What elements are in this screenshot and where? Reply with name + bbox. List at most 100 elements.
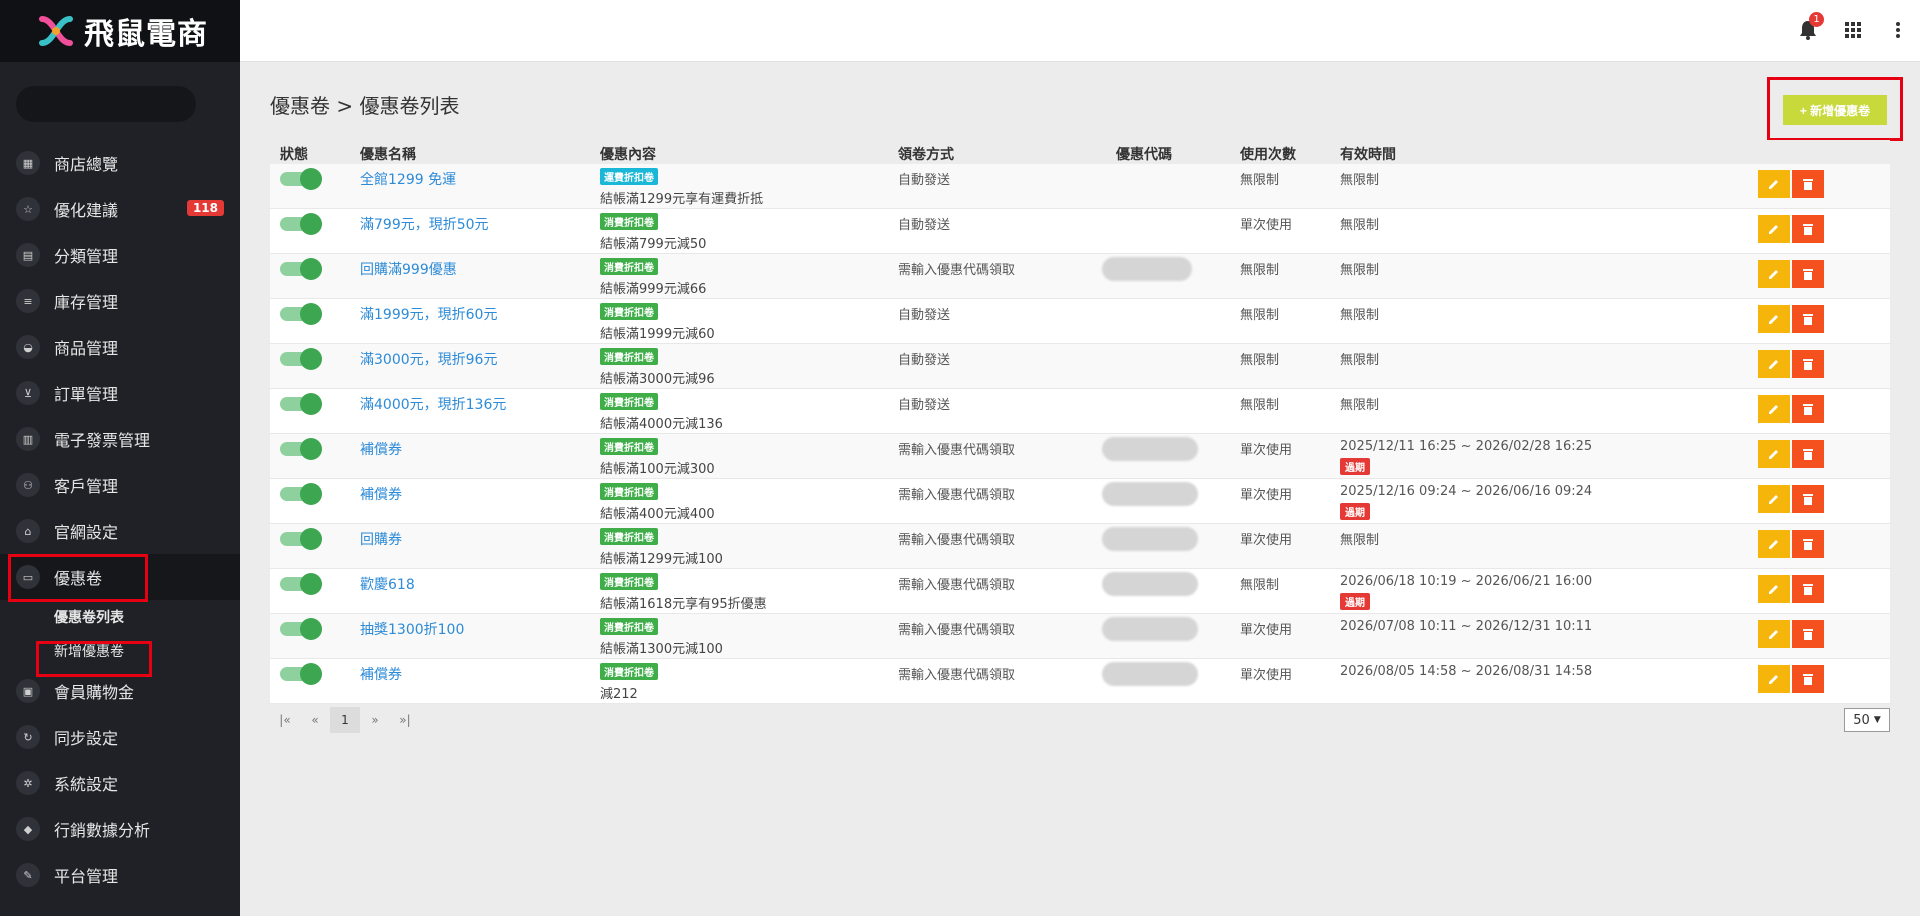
last-page-button[interactable]: »| <box>390 707 420 733</box>
delete-button[interactable] <box>1792 620 1824 648</box>
edit-button[interactable] <box>1758 530 1790 558</box>
coupon-name-link[interactable]: 歡慶618 <box>360 574 415 594</box>
first-page-button[interactable]: |« <box>270 707 300 733</box>
delete-button[interactable] <box>1792 575 1824 603</box>
sidebar-item[interactable]: ▦ 商店總覽 <box>0 140 240 186</box>
usage-limit: 單次使用 <box>1240 533 1293 548</box>
edit-button[interactable] <box>1758 260 1790 288</box>
sidebar-item[interactable]: ✲ 系統設定 <box>0 760 240 806</box>
delete-button[interactable] <box>1792 260 1824 288</box>
tools-icon: ✎ <box>16 863 40 887</box>
coupon-name-link[interactable]: 滿799元，現折50元 <box>360 214 489 234</box>
status-toggle[interactable] <box>280 348 324 370</box>
edit-button[interactable] <box>1758 665 1790 693</box>
edit-button[interactable] <box>1758 620 1790 648</box>
coupon-code-redacted <box>1102 257 1192 281</box>
pencil-icon <box>1769 180 1778 189</box>
delete-button[interactable] <box>1792 440 1824 468</box>
coupon-name-link[interactable]: 滿3000元，現折96元 <box>360 349 497 369</box>
delete-button[interactable] <box>1792 305 1824 333</box>
current-page[interactable]: 1 <box>330 707 360 733</box>
coupon-name-link[interactable]: 回購滿999優惠 <box>360 259 457 279</box>
edit-button[interactable] <box>1758 170 1790 198</box>
status-toggle[interactable] <box>280 258 324 280</box>
status-toggle[interactable] <box>280 528 324 550</box>
sidebar-item[interactable]: ▤ 分類管理 <box>0 232 240 278</box>
delete-button[interactable] <box>1792 395 1824 423</box>
sidebar-item-label: 庫存管理 <box>54 293 119 312</box>
brand-logo[interactable]: 飛鼠電商 <box>0 0 240 62</box>
trash-icon <box>1803 224 1813 235</box>
sidebar-item[interactable]: ▥ 電子發票管理 <box>0 416 240 462</box>
claim-method: 需輸入優惠代碼領取 <box>898 668 1016 683</box>
toggle-knob <box>300 348 322 370</box>
status-toggle[interactable] <box>280 483 324 505</box>
delete-button[interactable] <box>1792 485 1824 513</box>
sidebar-item[interactable]: ↻ 同步設定 <box>0 714 240 760</box>
coupon-name-link[interactable]: 補償券 <box>360 439 402 459</box>
usage-limit: 單次使用 <box>1240 623 1293 638</box>
sidebar-item[interactable]: ≡ 庫存管理 <box>0 278 240 324</box>
per-page-select[interactable]: 50 ▼ <box>1844 708 1890 732</box>
sidebar-item[interactable]: ◆ 行銷數據分析 <box>0 806 240 852</box>
suggestion-count-badge: 118 <box>186 200 224 216</box>
edit-button[interactable] <box>1758 440 1790 468</box>
delete-button[interactable] <box>1792 350 1824 378</box>
edit-button[interactable] <box>1758 395 1790 423</box>
status-toggle[interactable] <box>280 618 324 640</box>
coupon-content: 消費折扣卷 結帳滿1300元減100 <box>600 618 723 657</box>
table-row: 回購滿999優惠 消費折扣卷 結帳滿999元減66 需輸入優惠代碼領取 無限制 無限制 <box>270 254 1890 299</box>
bell-icon[interactable]: 1 <box>1796 12 1824 42</box>
sidebar-item[interactable]: ⊻ 訂單管理 <box>0 370 240 416</box>
coupon-name-link[interactable]: 抽獎1300折100 <box>360 619 464 639</box>
coupon-name-link[interactable]: 回購券 <box>360 529 402 549</box>
invoice-icon: ▥ <box>16 427 40 451</box>
coupon-content: 消費折扣卷 結帳滿4000元減136 <box>600 393 723 432</box>
delete-button[interactable] <box>1792 215 1824 243</box>
coupon-name-link[interactable]: 全館1299 免運 <box>360 169 456 189</box>
sidebar-item[interactable]: ◒ 商品管理 <box>0 324 240 370</box>
claim-method: 自動發送 <box>898 218 951 233</box>
coupon-name-link[interactable]: 滿1999元，現折60元 <box>360 304 497 324</box>
coupon-name-link[interactable]: 補償券 <box>360 664 402 684</box>
delete-button[interactable] <box>1792 530 1824 558</box>
status-toggle[interactable] <box>280 663 324 685</box>
edit-button[interactable] <box>1758 485 1790 513</box>
delete-button[interactable] <box>1792 170 1824 198</box>
apps-grid-icon[interactable] <box>1841 18 1865 42</box>
prev-page-button[interactable]: « <box>300 707 330 733</box>
coupon-type-tag: 消費折扣卷 <box>600 528 658 545</box>
sidebar-subitem-coupon-list[interactable]: 優惠卷列表 <box>0 600 240 634</box>
sidebar-item[interactable]: ⌂ 官網設定 <box>0 508 240 554</box>
logo-mark-icon <box>36 11 76 51</box>
edit-button[interactable] <box>1758 215 1790 243</box>
sidebar-item[interactable]: ✎ 平台管理 <box>0 852 240 898</box>
add-coupon-button[interactable]: + 新增優惠卷 <box>1783 95 1887 125</box>
trash-icon <box>1803 404 1813 415</box>
status-toggle[interactable] <box>280 303 324 325</box>
delete-button[interactable] <box>1792 665 1824 693</box>
store-selector[interactable] <box>16 86 196 122</box>
valid-period-text: 2026/08/05 14:58 ~ 2026/08/31 14:58 <box>1340 664 1593 679</box>
edit-button[interactable] <box>1758 575 1790 603</box>
toggle-knob <box>300 258 322 280</box>
next-page-button[interactable]: » <box>360 707 390 733</box>
status-toggle[interactable] <box>280 438 324 460</box>
sidebar-item[interactable]: ⚇ 客戶管理 <box>0 462 240 508</box>
status-toggle[interactable] <box>280 168 324 190</box>
edit-button[interactable] <box>1758 350 1790 378</box>
status-toggle[interactable] <box>280 213 324 235</box>
status-toggle[interactable] <box>280 573 324 595</box>
table-row: 滿3000元，現折96元 消費折扣卷 結帳滿3000元減96 自動發送 無限制 無限制 <box>270 344 1890 389</box>
sidebar-item[interactable]: ☆ 優化建議 118 <box>0 186 240 232</box>
valid-period: 無限制 <box>1340 529 1379 548</box>
sidebar-item-label: 系統設定 <box>54 775 119 794</box>
header-uses: 使用次數 <box>1240 147 1296 163</box>
edit-button[interactable] <box>1758 305 1790 333</box>
more-vertical-icon[interactable] <box>1886 18 1910 42</box>
pencil-icon <box>1769 495 1778 504</box>
coupon-type-tag: 消費折扣卷 <box>600 393 658 410</box>
coupon-name-link[interactable]: 滿4000元，現折136元 <box>360 394 506 414</box>
status-toggle[interactable] <box>280 393 324 415</box>
coupon-name-link[interactable]: 補償券 <box>360 484 402 504</box>
